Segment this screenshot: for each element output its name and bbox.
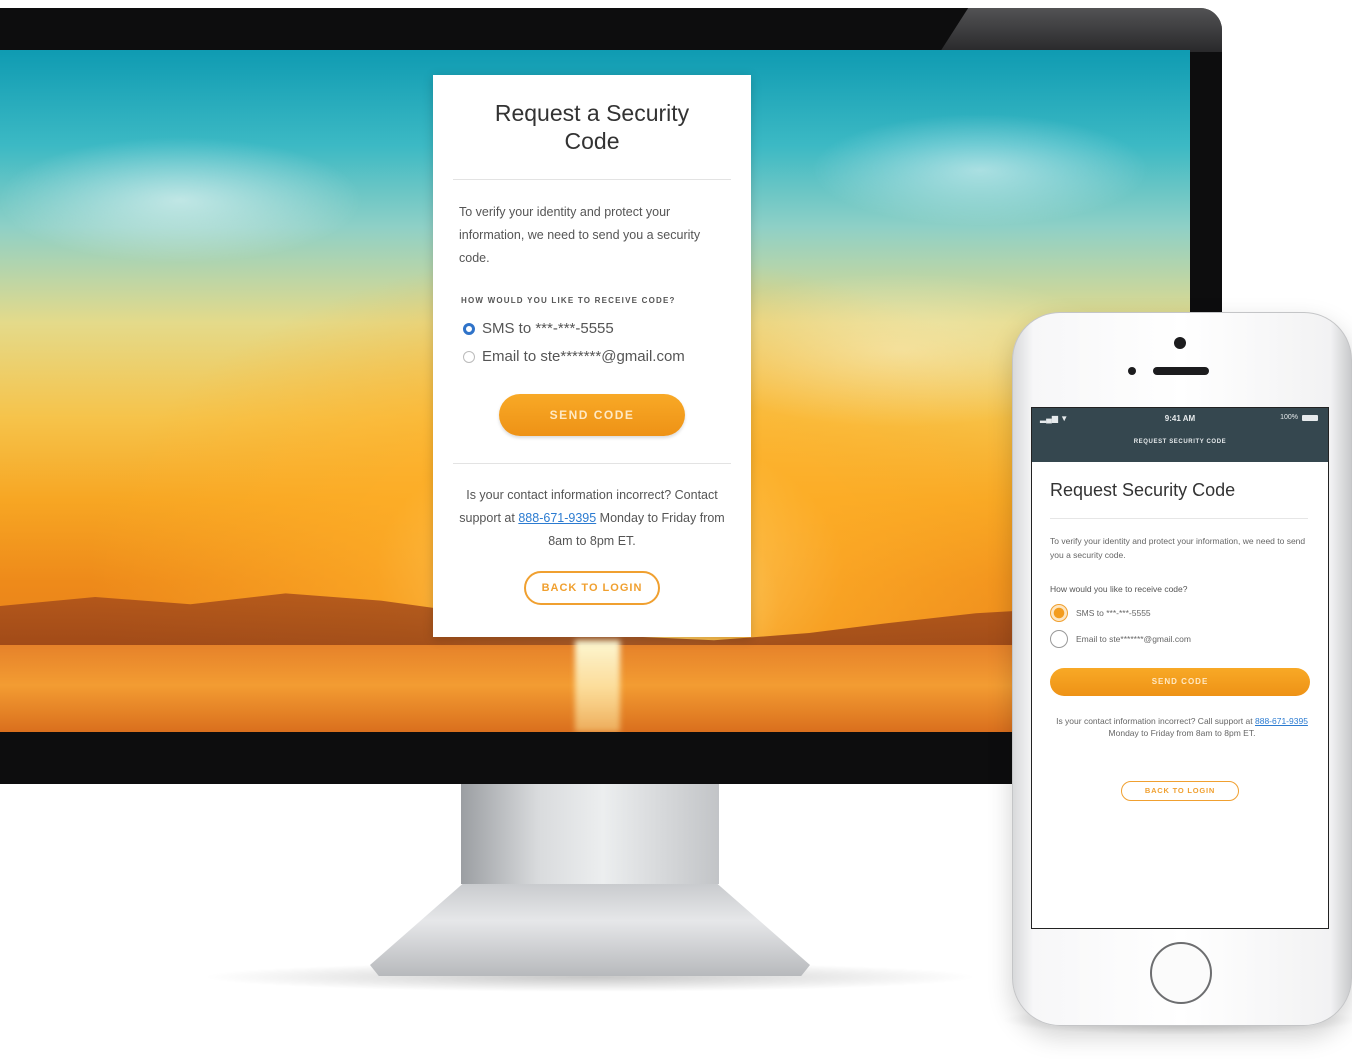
monitor-stand-neck (461, 784, 719, 884)
home-button[interactable] (1150, 942, 1212, 1004)
mobile-nav-title: REQUEST SECURITY CODE (1133, 439, 1227, 445)
mobile-option-email[interactable]: Email to ste*******@gmail.com (1050, 630, 1191, 648)
email-label: Email to ste*******@gmail.com (482, 348, 685, 365)
battery-icon (1302, 414, 1318, 421)
mobile-help-prefix: Is your contact information incorrect? C… (1056, 716, 1255, 726)
back-to-login-button[interactable]: BACK TO LOGIN (524, 571, 660, 605)
description-text: To verify your identity and protect your… (459, 205, 701, 265)
mobile-description: To verify your identity and protect your… (1050, 536, 1306, 560)
divider (453, 463, 731, 464)
sms-radio[interactable] (463, 322, 475, 335)
email-radio[interactable] (463, 350, 475, 363)
mobile-support-phone-link[interactable]: 888-671-9395 (1255, 716, 1308, 726)
monitor-stand-base (370, 884, 810, 976)
mobile-option-sms[interactable]: SMS to ***-***-5555 (1050, 604, 1151, 622)
mobile-delivery-question: How would you like to receive code? (1050, 584, 1188, 594)
page-title: Request a Security Code (494, 100, 690, 154)
earpiece-speaker (1153, 367, 1209, 375)
security-code-card: Request a Security Code To verify your i… (433, 75, 751, 637)
battery-percent: 100% (1280, 414, 1298, 421)
mobile-email-radio[interactable] (1050, 630, 1068, 648)
proximity-sensor (1128, 367, 1136, 375)
battery-status: 100% (1280, 414, 1318, 421)
mobile-support-help-text: Is your contact information incorrect? C… (1054, 715, 1310, 739)
sms-label: SMS to ***-***-5555 (482, 320, 614, 337)
mobile-help-suffix: Monday to Friday from 8am to 8pm ET. (1108, 728, 1256, 738)
support-help-text: Is your contact information incorrect? C… (453, 484, 731, 553)
mobile-email-label: Email to ste*******@gmail.com (1076, 634, 1191, 644)
mobile-back-to-login-button[interactable]: BACK TO LOGIN (1121, 781, 1239, 801)
divider (453, 179, 731, 180)
monitor-gloss (940, 8, 1222, 52)
mobile-screen: ▂▄▆ ▼ 9:41 AM 100% REQUEST SECURITY CODE… (1031, 407, 1329, 929)
mobile-page-title: Request Security Code (1050, 480, 1236, 500)
mobile-send-code-button[interactable]: SEND CODE (1050, 668, 1310, 696)
device-mockup-scene: Request a Security Code To verify your i… (0, 0, 1352, 1059)
support-phone-link[interactable]: 888-671-9395 (518, 511, 596, 525)
sun-reflection (575, 640, 620, 732)
option-sms[interactable]: SMS to ***-***-5555 (463, 320, 614, 337)
mobile-sms-label: SMS to ***-***-5555 (1076, 608, 1151, 618)
mobile-header: ▂▄▆ ▼ 9:41 AM 100% REQUEST SECURITY CODE (1032, 408, 1328, 462)
divider (1050, 518, 1308, 519)
send-code-button[interactable]: SEND CODE (499, 394, 685, 436)
mobile-sms-radio[interactable] (1050, 604, 1068, 622)
option-email[interactable]: Email to ste*******@gmail.com (463, 348, 685, 365)
delivery-question: HOW WOULD YOU LIKE TO RECEIVE CODE? (461, 296, 676, 305)
front-camera-icon (1174, 337, 1186, 349)
